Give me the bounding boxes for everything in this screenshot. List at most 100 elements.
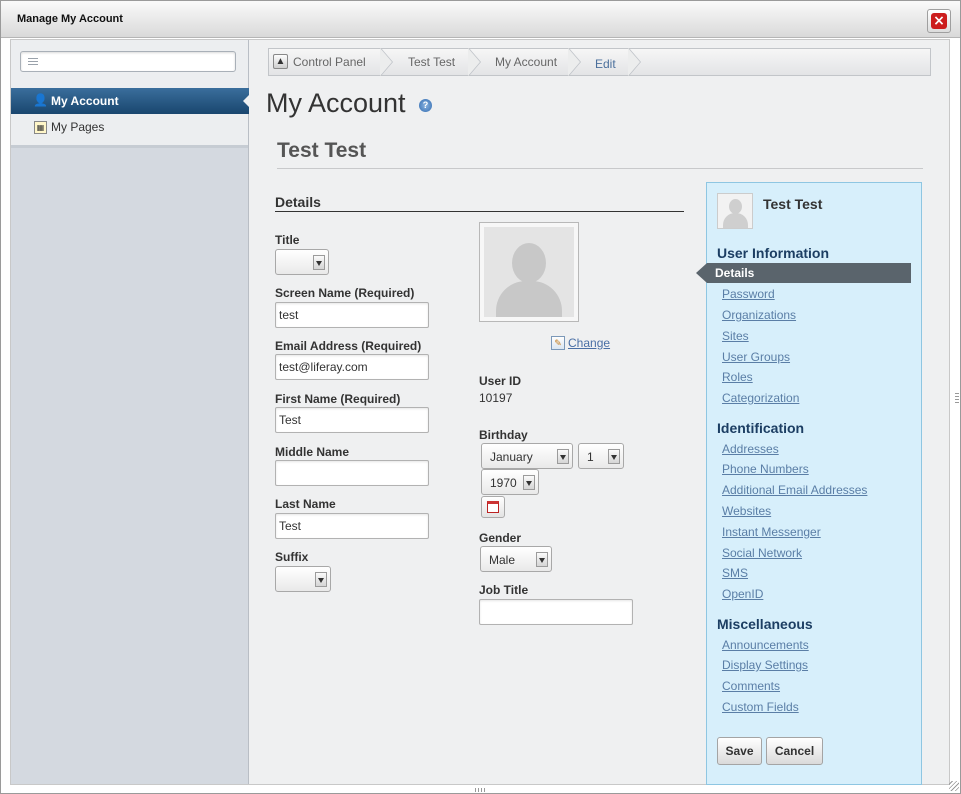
job-title-field[interactable] — [479, 599, 633, 625]
left-panel: 👤 My Account ▦ My Pages — [11, 40, 250, 784]
dialog-titlebar[interactable]: Manage My Account × — [1, 1, 960, 38]
breadcrumb-separator — [628, 48, 641, 76]
left-nav: 👤 My Account ▦ My Pages — [11, 40, 250, 148]
dialog-body: 👤 My Account ▦ My Pages ▲ Control Panel … — [10, 39, 950, 785]
menu-link-websites[interactable]: Websites — [722, 504, 771, 518]
divider — [277, 168, 923, 169]
menu-link-organizations[interactable]: Organizations — [722, 308, 796, 322]
menu-item-details[interactable]: Details — [696, 263, 911, 283]
first-name-field[interactable]: Test — [275, 407, 429, 433]
calendar-icon — [487, 501, 499, 513]
birthday-month-select[interactable]: January — [481, 443, 573, 469]
close-button[interactable]: × — [927, 9, 951, 33]
control-panel-icon: ▲ — [273, 54, 288, 69]
menu-link-display-settings[interactable]: Display Settings — [722, 658, 808, 672]
screen-name-field[interactable]: test — [275, 302, 429, 328]
resize-grip-icon[interactable] — [949, 781, 959, 791]
divider — [275, 211, 684, 212]
search-input[interactable] — [20, 51, 236, 72]
birthday-day-value: 1 — [587, 450, 594, 464]
chevron-down-icon — [313, 255, 325, 270]
breadcrumb-my-account[interactable]: My Account — [495, 55, 557, 69]
resize-handle-bottom[interactable] — [475, 788, 487, 792]
menu-link-custom-fields[interactable]: Custom Fields — [722, 700, 799, 714]
gender-value: Male — [489, 553, 516, 567]
birthday-month-value: January — [490, 450, 533, 464]
close-icon: × — [931, 13, 947, 29]
menu-item-label: Details — [715, 266, 755, 280]
title-label: Title — [275, 233, 300, 247]
avatar — [717, 193, 753, 229]
category-miscellaneous: Miscellaneous — [717, 616, 813, 632]
email-field[interactable]: test@liferay.com — [275, 354, 429, 380]
avatar-head-shape — [512, 243, 546, 283]
chevron-down-icon — [315, 572, 327, 587]
breadcrumb-separator — [380, 48, 393, 76]
breadcrumb: ▲ Control Panel Test Test My Account Edi… — [268, 48, 931, 76]
chevron-down-icon — [608, 449, 620, 464]
breadcrumb-control-panel[interactable]: Control Panel — [293, 55, 366, 69]
user-id-label: User ID — [479, 374, 522, 388]
breadcrumb-separator — [468, 48, 481, 76]
birthday-day-select[interactable]: 1 — [578, 443, 624, 469]
menu-link-sms[interactable]: SMS — [722, 566, 748, 580]
breadcrumb-edit: Edit — [595, 57, 616, 71]
birthday-label: Birthday — [479, 428, 528, 442]
help-icon[interactable]: ? — [419, 99, 432, 112]
screen-name-label: Screen Name (Required) — [275, 286, 415, 300]
job-title-label: Job Title — [479, 583, 529, 597]
avatar — [484, 227, 574, 317]
chevron-down-icon — [536, 552, 548, 567]
menu-link-user-groups[interactable]: User Groups — [722, 350, 790, 364]
menu-link-comments[interactable]: Comments — [722, 679, 780, 693]
page-title: My Account — [266, 88, 406, 118]
menu-user-name: Test Test — [763, 196, 823, 212]
suffix-label: Suffix — [275, 550, 309, 564]
calendar-button[interactable] — [481, 496, 505, 518]
change-portrait-link[interactable]: Change — [568, 336, 610, 350]
user-heading: Test Test — [277, 139, 367, 162]
dialog-title: Manage My Account — [17, 13, 123, 25]
menu-link-phone-numbers[interactable]: Phone Numbers — [722, 462, 809, 476]
menu-link-openid[interactable]: OpenID — [722, 587, 763, 601]
menu-link-sites[interactable]: Sites — [722, 329, 749, 343]
menu-link-social-network[interactable]: Social Network — [722, 546, 802, 560]
middle-name-field[interactable] — [275, 460, 429, 486]
category-identification: Identification — [717, 420, 805, 436]
avatar-body-shape — [723, 213, 748, 228]
sidebar-item-label: My Account — [51, 94, 119, 108]
category-user-information: User Information — [717, 245, 830, 261]
sidebar-item-my-pages[interactable]: ▦ My Pages — [11, 114, 248, 140]
pages-icon: ▦ — [34, 121, 47, 134]
user-id-value: 10197 — [479, 391, 513, 405]
email-label: Email Address (Required) — [275, 339, 422, 353]
sidebar-item-my-account[interactable]: 👤 My Account — [11, 88, 250, 114]
resize-handle-right[interactable] — [955, 393, 959, 405]
menu-link-roles[interactable]: Roles — [722, 370, 753, 384]
suffix-select[interactable] — [275, 566, 331, 592]
birthday-year-select[interactable]: 1970 — [481, 469, 539, 495]
gender-select[interactable]: Male — [480, 546, 552, 572]
cancel-button[interactable]: Cancel — [766, 737, 823, 765]
portrait — [479, 222, 579, 322]
menu-link-addresses[interactable]: Addresses — [722, 442, 779, 456]
menu-link-announcements[interactable]: Announcements — [722, 638, 809, 652]
title-select[interactable] — [275, 249, 329, 275]
middle-name-label: Middle Name — [275, 445, 350, 459]
breadcrumb-user[interactable]: Test Test — [408, 55, 455, 69]
last-name-label: Last Name — [275, 497, 336, 511]
menu-link-additional-emails[interactable]: Additional Email Addresses — [722, 483, 867, 497]
save-button[interactable]: Save — [717, 737, 762, 765]
birthday-year-value: 1970 — [490, 476, 517, 490]
edit-icon[interactable]: ✎ — [551, 336, 565, 350]
first-name-label: First Name (Required) — [275, 392, 401, 406]
menu-link-password[interactable]: Password — [722, 287, 775, 301]
sidebar-item-label: My Pages — [51, 120, 105, 134]
search-icon — [28, 58, 38, 66]
last-name-field[interactable]: Test — [275, 513, 429, 539]
user-icon: 👤 — [33, 93, 48, 107]
menu-link-instant-messenger[interactable]: Instant Messenger — [722, 525, 821, 539]
form-navigator: Test Test User Information Details Passw… — [696, 182, 922, 785]
chevron-down-icon — [523, 475, 535, 490]
menu-link-categorization[interactable]: Categorization — [722, 391, 799, 405]
